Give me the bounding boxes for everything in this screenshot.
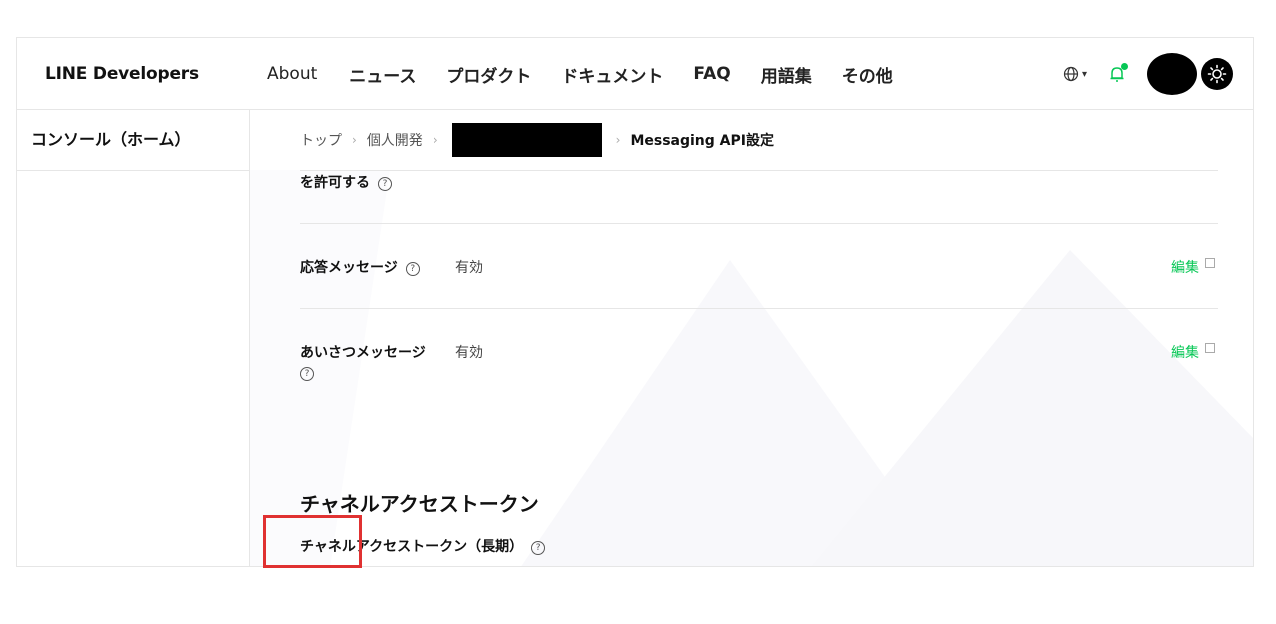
help-icon[interactable]: ? [300, 367, 314, 381]
partial-setting-label: を許可する? [300, 172, 392, 192]
sidebar: コンソール（ホーム） [17, 110, 250, 566]
greeting-label: あいさつメッセージ [300, 345, 426, 361]
sidebar-item-console-home[interactable]: コンソール（ホーム） [17, 110, 249, 171]
row-divider [300, 223, 1218, 224]
auto-reply-edit-link[interactable]: 編集 [1171, 257, 1215, 277]
external-link-icon [1205, 258, 1215, 268]
auto-reply-value: 有効 [455, 260, 483, 276]
breadcrumb-top[interactable]: トップ [300, 130, 342, 150]
chevron-right-icon: › [432, 133, 438, 147]
theme-toggle-button[interactable] [1201, 58, 1233, 90]
chevron-right-icon: › [352, 133, 357, 147]
nav-news[interactable]: ニュース [349, 62, 416, 87]
nav-more[interactable]: その他 [842, 62, 893, 87]
language-selector[interactable]: ▾ [1063, 66, 1087, 82]
row-divider [300, 308, 1218, 309]
nav-about[interactable]: About [267, 64, 317, 84]
breadcrumb: トップ › 個人開発 › › Messaging API設定 [300, 110, 774, 170]
notification-dot [1121, 63, 1128, 70]
help-icon[interactable]: ? [378, 177, 392, 191]
greeting-edit-link[interactable]: 編集 [1171, 342, 1215, 362]
main-content: トップ › 個人開発 › › Messaging API設定 を許可する? 応答… [250, 110, 1253, 566]
chevron-right-icon: › [615, 133, 621, 147]
app-window: LINE Developers About ニュース プロダクト ドキュメント … [16, 37, 1254, 567]
redacted-block [451, 123, 602, 157]
nav-products[interactable]: プロダクト [446, 62, 531, 87]
sun-icon [1207, 64, 1227, 84]
nav-glossary[interactable]: 用語集 [761, 62, 812, 87]
highlight-annotation [263, 515, 362, 568]
external-link-icon [1205, 343, 1215, 353]
help-icon[interactable]: ? [531, 541, 546, 555]
avatar[interactable] [1147, 53, 1197, 95]
header-actions: ▾ [1063, 38, 1233, 110]
nav-documents[interactable]: ドキュメント [561, 62, 663, 87]
breadcrumb-current: Messaging API設定 [630, 133, 774, 149]
greeting-value: 有効 [455, 345, 483, 361]
auto-reply-label: 応答メッセージ? [300, 257, 420, 277]
line-developers-logo[interactable]: LINE Developers [45, 38, 199, 110]
nav-faq[interactable]: FAQ [693, 64, 730, 84]
section-title: チャネルアクセストークン [300, 492, 539, 516]
chevron-down-icon: ▾ [1081, 68, 1087, 80]
top-header: LINE Developers About ニュース プロダクト ドキュメント … [17, 38, 1253, 110]
main-nav: About ニュース プロダクト ドキュメント FAQ 用語集 その他 [267, 38, 923, 110]
breadcrumb-divider [300, 170, 1218, 171]
notification-bell-icon[interactable] [1109, 63, 1128, 83]
globe-icon [1063, 66, 1079, 82]
breadcrumb-personal-dev[interactable]: 個人開発 [367, 130, 423, 150]
help-icon[interactable]: ? [405, 262, 420, 276]
